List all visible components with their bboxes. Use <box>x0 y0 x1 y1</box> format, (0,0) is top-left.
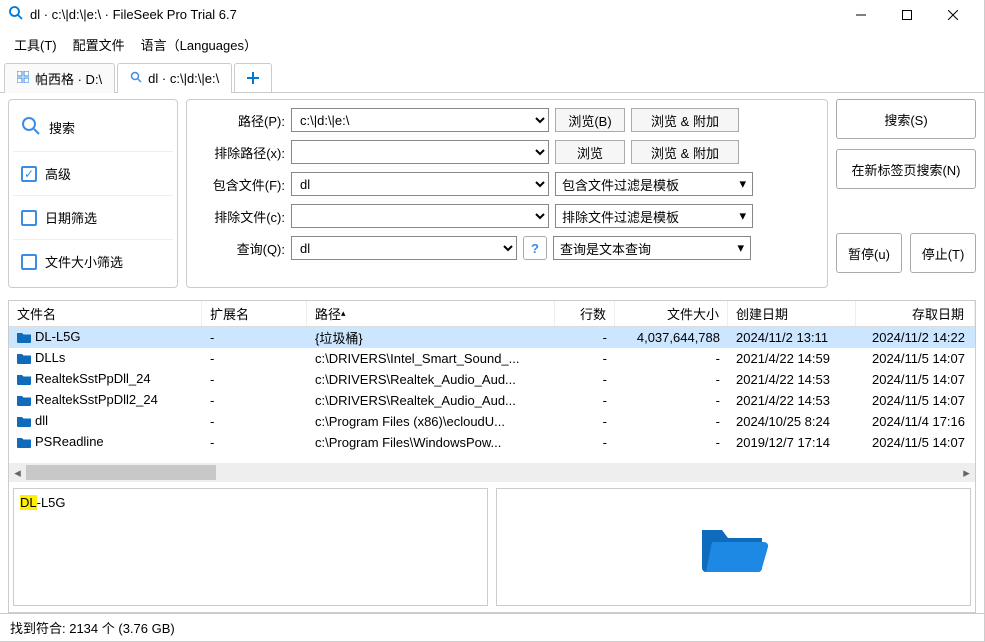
table-row[interactable]: DL-L5G-{垃圾桶}-4,037,644,7882024/11/2 13:1… <box>9 327 975 348</box>
form-panel: 路径(P): c:\|d:\|e:\ 浏览(B) 浏览 & 附加 排除路径(x)… <box>186 99 828 288</box>
table-row[interactable]: PSReadline-c:\Program Files\WindowsPow..… <box>9 432 975 453</box>
col-created[interactable]: 创建日期 <box>728 301 856 326</box>
exclude-input[interactable] <box>291 204 549 228</box>
scroll-left-icon[interactable]: ◂ <box>9 463 26 482</box>
minimize-button[interactable] <box>838 0 884 29</box>
plus-icon <box>247 72 259 84</box>
browse-attach2-button[interactable]: 浏览 & 附加 <box>631 140 739 164</box>
checkbox-date[interactable] <box>21 210 37 226</box>
tab-2[interactable]: dl · c:\|d:\|e:\ <box>117 63 232 93</box>
sidebar-size-label: 文件大小筛选 <box>45 252 123 271</box>
status-bar: 找到符合: 2134 个 (3.76 GB) <box>0 613 984 641</box>
tabstrip: 帕西格 · D:\ dl · c:\|d:\|e:\ <box>0 62 984 93</box>
tab-1[interactable]: 帕西格 · D:\ <box>4 63 115 93</box>
checkbox-size[interactable] <box>21 254 37 270</box>
chevron-down-icon: ▾ <box>739 208 746 224</box>
folder-icon <box>17 352 31 367</box>
exclude-label: 排除文件(c): <box>195 207 285 226</box>
search-icon <box>130 71 142 86</box>
folder-icon <box>17 331 31 346</box>
sidebar-item-search[interactable]: 搜索 <box>13 104 173 152</box>
table-header: 文件名 扩展名 路径 ▴ 行数 文件大小 创建日期 存取日期 <box>9 301 975 327</box>
query-label: 查询(Q): <box>195 239 285 258</box>
folder-icon <box>17 373 31 388</box>
preview-rest: -L5G <box>37 495 66 510</box>
sidebar: 搜索 高级 日期筛选 文件大小筛选 <box>8 99 178 288</box>
browse2-button[interactable]: 浏览 <box>555 140 625 164</box>
menu-tools[interactable]: 工具(T) <box>8 33 63 56</box>
horizontal-scrollbar[interactable]: ◂ ▸ <box>9 463 975 482</box>
xpath-label: 排除路径(x): <box>195 143 285 162</box>
preview-text-pane[interactable]: DL-L5G <box>13 488 488 606</box>
include-mode-dropdown[interactable]: 包含文件过滤是模板▾ <box>555 172 753 196</box>
folder-icon <box>17 436 31 451</box>
menu-languages[interactable]: 语言（Languages） <box>135 33 263 56</box>
sidebar-date-label: 日期筛选 <box>45 208 97 227</box>
menubar: 工具(T) 配置文件 语言（Languages） <box>0 29 984 62</box>
maximize-button[interactable] <box>884 0 930 29</box>
app-icon <box>8 5 24 24</box>
browse-attach-button[interactable]: 浏览 & 附加 <box>631 108 739 132</box>
include-input[interactable]: dl <box>291 172 549 196</box>
sidebar-item-advanced[interactable]: 高级 <box>13 152 173 196</box>
results-panel: 文件名 扩展名 路径 ▴ 行数 文件大小 创建日期 存取日期 DL-L5G-{垃… <box>8 300 976 613</box>
browse-button[interactable]: 浏览(B) <box>555 108 625 132</box>
col-name[interactable]: 文件名 <box>9 301 202 326</box>
folder-icon <box>17 394 31 409</box>
tab-grid-icon <box>17 71 29 86</box>
scroll-right-icon[interactable]: ▸ <box>958 463 975 482</box>
stop-button[interactable]: 停止(T) <box>910 233 976 273</box>
chevron-down-icon: ▾ <box>737 240 744 256</box>
search-icon <box>21 116 41 139</box>
table-row[interactable]: DLLs-c:\DRIVERS\Intel_Smart_Sound_...--2… <box>9 348 975 369</box>
menu-profiles[interactable]: 配置文件 <box>67 33 131 56</box>
table-row[interactable]: RealtekSstPpDll_24-c:\DRIVERS\Realtek_Au… <box>9 369 975 390</box>
checkbox-advanced[interactable] <box>21 166 37 182</box>
include-label: 包含文件(F): <box>195 175 285 194</box>
query-mode-dropdown[interactable]: 查询是文本查询▾ <box>553 236 751 260</box>
folder-open-icon <box>698 518 770 576</box>
table-row[interactable]: dll-c:\Program Files (x86)\ecloudU...--2… <box>9 411 975 432</box>
tab-2-label: dl · c:\|d:\|e:\ <box>148 71 219 86</box>
preview-area: DL-L5G <box>9 482 975 612</box>
pause-button[interactable]: 暂停(u) <box>836 233 902 273</box>
sidebar-item-size-filter[interactable]: 文件大小筛选 <box>13 240 173 283</box>
scrollbar-thumb[interactable] <box>26 465 216 480</box>
col-access[interactable]: 存取日期 <box>856 301 975 326</box>
query-help-button[interactable]: ? <box>523 236 547 260</box>
sidebar-item-date-filter[interactable]: 日期筛选 <box>13 196 173 240</box>
window-title: dl · c:\|d:\|e:\ · FileSeek Pro Trial 6.… <box>30 7 838 22</box>
preview-icon-pane <box>496 488 971 606</box>
chevron-down-icon: ▾ <box>739 176 746 192</box>
path-input[interactable]: c:\|d:\|e:\ <box>291 108 549 132</box>
tab-1-label: 帕西格 · D:\ <box>35 69 102 88</box>
preview-highlight: DL <box>20 495 37 510</box>
col-ext[interactable]: 扩展名 <box>202 301 307 326</box>
sidebar-advanced-label: 高级 <box>45 164 71 183</box>
col-path[interactable]: 路径 ▴ <box>307 301 555 326</box>
col-size[interactable]: 文件大小 <box>615 301 728 326</box>
close-button[interactable] <box>930 0 976 29</box>
col-lines[interactable]: 行数 <box>555 301 615 326</box>
table-row[interactable]: RealtekSstPpDll2_24-c:\DRIVERS\Realtek_A… <box>9 390 975 411</box>
path-label: 路径(P): <box>195 111 285 130</box>
search-button[interactable]: 搜索(S) <box>836 99 976 139</box>
titlebar: dl · c:\|d:\|e:\ · FileSeek Pro Trial 6.… <box>0 0 984 29</box>
action-buttons: 搜索(S) 在新标签页搜索(N) 暂停(u) 停止(T) <box>836 99 976 288</box>
status-text: 找到符合: 2134 个 (3.76 GB) <box>10 621 175 636</box>
search-newtab-button[interactable]: 在新标签页搜索(N) <box>836 149 976 189</box>
xpath-input[interactable] <box>291 140 549 164</box>
sidebar-search-label: 搜索 <box>49 118 75 137</box>
folder-icon <box>17 415 31 430</box>
new-tab-button[interactable] <box>234 63 272 93</box>
exclude-mode-dropdown[interactable]: 排除文件过滤是模板▾ <box>555 204 753 228</box>
query-input[interactable]: dl <box>291 236 517 260</box>
